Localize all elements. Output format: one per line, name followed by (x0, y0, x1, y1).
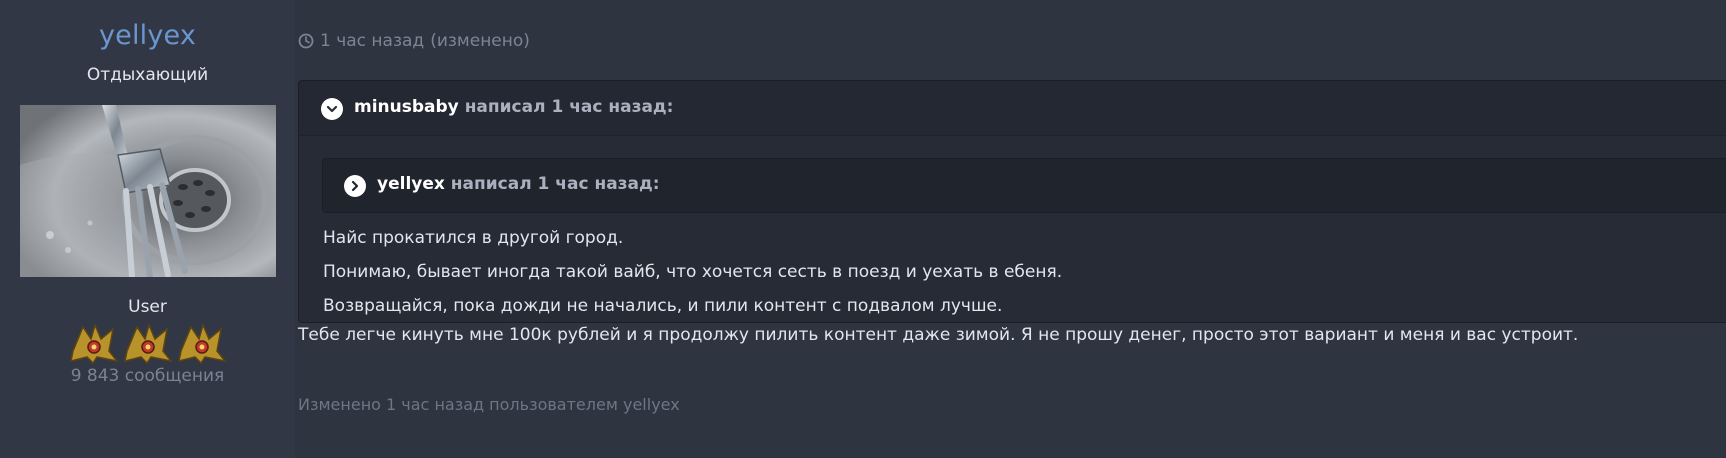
rank-badge-icon (178, 322, 227, 365)
post-body: Тебе легче кинуть мне 100к рублей и я пр… (298, 325, 1579, 345)
quote-citation: minusbaby написал 1 час назад: (354, 97, 673, 117)
nested-quote-expand-button[interactable] (344, 175, 366, 197)
author-panel: yellyex Отдыхающий User 9 843 сообщения (0, 0, 295, 458)
fork-in-sink-avatar (20, 105, 276, 277)
post-edited-flag: (изменено) (430, 31, 530, 51)
nested-quote-wrote: написал 1 час назад: (450, 174, 660, 194)
author-post-count: 9 843 сообщения (70, 366, 225, 386)
rank-badge-icon (124, 322, 173, 365)
quote-line: Понимаю, бывает иногда такой вайб, что х… (323, 262, 1063, 282)
author-group: User (128, 297, 167, 317)
quote-line: Возвращайся, пока дожди не начались, и п… (323, 296, 1003, 316)
forum-post: yellyex Отдыхающий User 9 843 сообщения … (0, 0, 1726, 458)
post-timestamp[interactable]: 1 час назад (320, 31, 424, 51)
chevron-down-icon (326, 105, 338, 113)
quote-collapse-button[interactable] (321, 98, 343, 120)
author-avatar[interactable] (20, 105, 276, 277)
clock-icon (298, 33, 314, 49)
author-username[interactable]: yellyex (0, 20, 295, 51)
chevron-right-icon (351, 180, 359, 192)
rank-badge-icon (70, 322, 119, 365)
author-title: Отдыхающий (86, 65, 209, 85)
nested-quote-citation: yellyex написал 1 час назад: (377, 174, 660, 194)
quote-wrote: написал 1 час назад: (464, 97, 674, 117)
quote-author[interactable]: minusbaby (354, 97, 459, 117)
quote-block: minusbaby написал 1 час назад: yellyex н… (298, 80, 1726, 323)
nested-quote-block: yellyex написал 1 час назад: (322, 158, 1726, 213)
quote-line: Найс прокатился в другой город. (323, 228, 624, 248)
author-rank (68, 321, 228, 365)
post-edited-note: Изменено 1 час назад пользователем yelly… (298, 395, 680, 414)
quote-content: Найс прокатился в другой город. Понимаю,… (323, 221, 1062, 323)
post-meta: 1 час назад (изменено) (298, 31, 530, 51)
quote-header: minusbaby написал 1 час назад: (299, 81, 1726, 136)
nested-quote-author[interactable]: yellyex (377, 174, 445, 194)
